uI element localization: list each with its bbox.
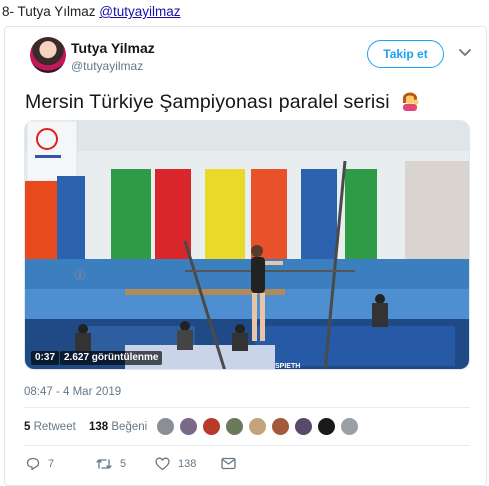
avatar[interactable] [179,417,198,436]
tweet-card: Tutya Yilmaz @tutyayilmaz Takip et Mersi… [4,26,487,486]
video-duration: 0:37 [31,351,60,365]
like-action-count: 138 [178,458,197,470]
retweet-button[interactable]: 5 [96,457,126,471]
author-handle[interactable]: @tutyayilmaz [71,59,143,73]
caption-handle-link[interactable]: @tutyayilmaz [99,4,180,19]
divider [24,407,470,408]
video-frame: ⓘ SPIETH [25,121,469,370]
reply-count: 7 [48,458,55,470]
retweet-count[interactable]: 5 [24,421,30,433]
avatar[interactable] [340,417,359,436]
avatar[interactable] [317,417,336,436]
retweet-action-count: 5 [120,458,127,470]
video-player[interactable]: ⓘ SPIETH [24,120,470,370]
heart-icon [155,457,170,471]
retweet-icon [96,459,112,469]
direct-message-icon [221,457,236,470]
avatar[interactable] [271,417,290,436]
tweet-text: Mersin Türkiye Şampiyonası paralel seris… [25,89,421,114]
tweet-timestamp[interactable]: 08:47 - 4 Mar 2019 [24,386,121,398]
avatar[interactable] [30,37,66,73]
avatar[interactable] [156,417,175,436]
video-view-count: 2.627 görüntülenme [60,351,163,365]
caption-prefix: 8- Tutya Yılmaz [2,4,100,19]
tweet-actions: 7 5 138 [24,457,470,475]
direct-message-button[interactable] [221,457,236,470]
divider [24,445,470,446]
engagement-stats: 5 Retweet 138 Beğeni [24,421,147,433]
like-count[interactable]: 138 [89,421,108,433]
svg-text:SPIETH: SPIETH [275,363,300,370]
author-name[interactable]: Tutya Yilmaz [71,40,155,56]
caption: 8- Tutya Yılmaz @tutyayilmaz [2,4,181,19]
reply-button[interactable]: 7 [26,457,54,471]
woman-tipping-hand-emoji [403,92,419,111]
svg-text:ⓘ: ⓘ [75,270,85,282]
avatar[interactable] [202,417,221,436]
like-button[interactable]: 138 [155,457,196,471]
chevron-down-icon[interactable] [459,48,471,58]
follow-button[interactable]: Takip et [367,40,444,68]
avatar[interactable] [248,417,267,436]
avatar[interactable] [294,417,313,436]
avatar[interactable] [225,417,244,436]
tweet-text-body: Mersin Türkiye Şampiyonası paralel seris… [25,91,390,113]
reply-icon [26,457,40,471]
retweet-label[interactable]: Retweet [34,421,76,433]
like-label[interactable]: Beğeni [111,421,147,433]
